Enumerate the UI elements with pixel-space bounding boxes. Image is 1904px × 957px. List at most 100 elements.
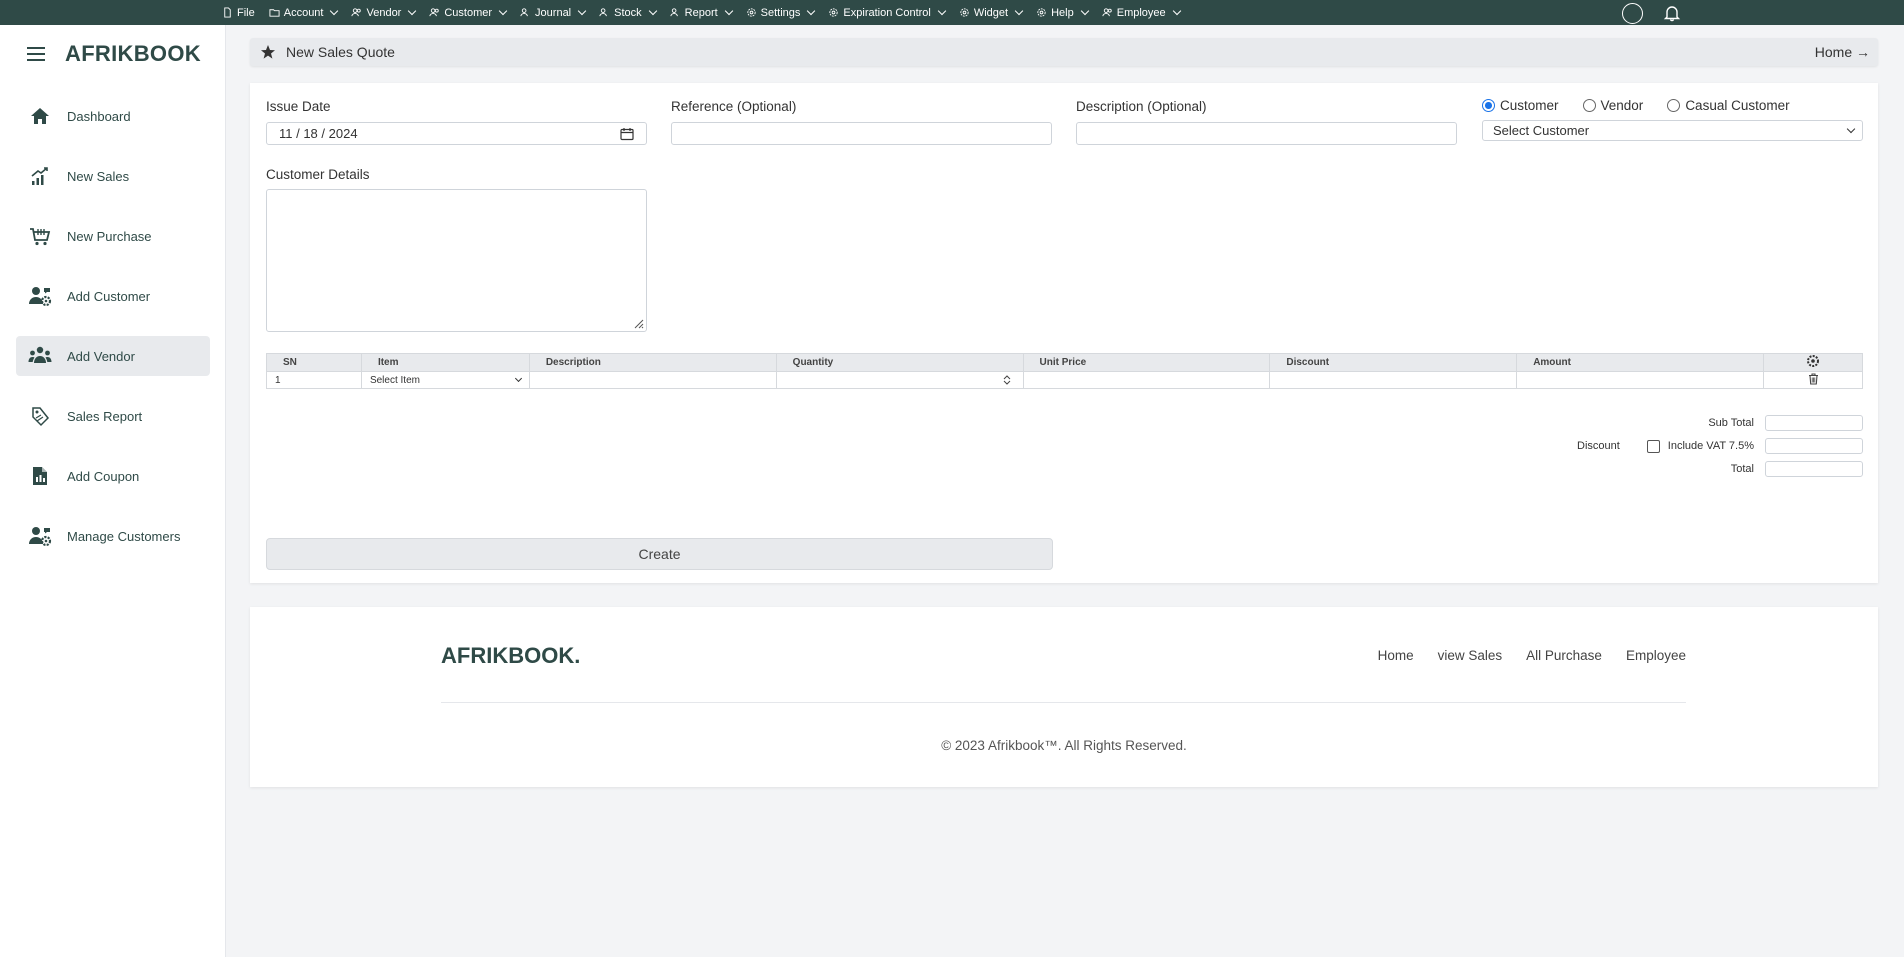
discount-field[interactable] bbox=[1765, 438, 1863, 454]
col-unit-price: Unit Price bbox=[1022, 353, 1271, 372]
users-icon bbox=[1102, 8, 1112, 17]
top-menu: File Account Vendor Customer Journal Sto… bbox=[222, 0, 1181, 25]
chevron-down-icon bbox=[724, 6, 733, 16]
menu-stock[interactable]: Stock bbox=[599, 7, 657, 19]
chevron-down-icon bbox=[330, 6, 339, 16]
chevron-down-icon bbox=[1172, 6, 1181, 16]
sidebar-item-add-customer[interactable]: Add Customer bbox=[16, 276, 210, 316]
menu-vendor[interactable]: Vendor bbox=[351, 6, 417, 19]
sidebar-item-new-purchase[interactable]: New Purchase bbox=[16, 216, 210, 256]
brand-logo: AFRIKBOOK bbox=[65, 41, 201, 66]
menu-customer[interactable]: Customer bbox=[429, 7, 508, 19]
menu-toggle-icon[interactable] bbox=[27, 47, 45, 61]
row-sn[interactable]: 1 bbox=[266, 371, 362, 389]
footer-links: Home view Sales All Purchase Employee bbox=[1378, 648, 1686, 663]
file-icon bbox=[224, 7, 231, 18]
menu-widget[interactable]: Widget bbox=[959, 7, 1024, 19]
gear-icon bbox=[829, 8, 839, 17]
create-button[interactable]: Create bbox=[266, 538, 1053, 570]
star-icon[interactable] bbox=[260, 44, 276, 60]
reference-input[interactable] bbox=[671, 122, 1052, 145]
total-field[interactable] bbox=[1765, 461, 1863, 477]
table-row: 1 Select Item bbox=[266, 371, 1863, 389]
users-icon bbox=[670, 8, 678, 17]
menu-help[interactable]: Help bbox=[1036, 6, 1089, 19]
discount-label: Discount bbox=[1577, 440, 1620, 452]
footer-copyright: © 2023 Afrikbook™. All Rights Reserved. bbox=[941, 738, 1187, 753]
sidebar-item-add-vendor[interactable]: Add Vendor bbox=[16, 336, 210, 376]
col-quantity: Quantity bbox=[775, 353, 1024, 372]
menu-file[interactable]: File bbox=[222, 7, 255, 19]
chart-growth-icon bbox=[28, 164, 52, 188]
users-icon bbox=[351, 8, 362, 17]
sidebar-nav: Dashboard New Sales New Purchase Add Cus… bbox=[16, 96, 210, 576]
user-gear-icon bbox=[28, 284, 52, 308]
document-chart-icon bbox=[28, 464, 52, 488]
gear-icon bbox=[747, 8, 756, 17]
col-amount: Amount bbox=[1516, 353, 1765, 372]
chevron-down-icon bbox=[408, 6, 417, 16]
menu-report[interactable]: Report bbox=[670, 6, 733, 19]
chevron-down-icon bbox=[577, 6, 587, 16]
row-description-input[interactable] bbox=[528, 371, 777, 389]
party-type-radios: Customer Vendor Casual Customer bbox=[1482, 98, 1790, 113]
row-amount-input[interactable] bbox=[1516, 371, 1765, 389]
description-input[interactable] bbox=[1076, 122, 1457, 145]
tags-icon bbox=[28, 404, 52, 428]
col-description: Description bbox=[528, 353, 777, 372]
menu-expiration-control[interactable]: Expiration Control bbox=[828, 7, 947, 19]
radio-casual-customer[interactable] bbox=[1667, 99, 1681, 112]
radio-customer[interactable] bbox=[1482, 99, 1495, 112]
sidebar-item-new-sales[interactable]: New Sales bbox=[16, 156, 210, 196]
customer-select[interactable]: Select Customer bbox=[1482, 120, 1863, 141]
trash-icon[interactable] bbox=[1808, 372, 1819, 385]
user-gear-icon bbox=[28, 524, 52, 548]
people-group-icon bbox=[28, 344, 52, 368]
gear-icon bbox=[960, 8, 969, 17]
sidebar-item-dashboard[interactable]: Dashboard bbox=[16, 96, 210, 136]
include-vat-checkbox[interactable] bbox=[1647, 440, 1660, 453]
row-discount-input[interactable] bbox=[1269, 371, 1518, 389]
users-icon bbox=[520, 8, 528, 17]
menu-journal[interactable]: Journal bbox=[520, 6, 587, 19]
gear-icon bbox=[1037, 8, 1046, 17]
issue-date-label: Issue Date bbox=[266, 99, 331, 114]
chevron-down-icon bbox=[1080, 6, 1089, 16]
subtotal-field[interactable] bbox=[1765, 415, 1863, 431]
footer-link-home[interactable]: Home bbox=[1378, 648, 1414, 663]
sidebar-item-sales-report[interactable]: Sales Report bbox=[16, 396, 210, 436]
users-icon bbox=[429, 8, 440, 17]
description-label: Description (Optional) bbox=[1076, 99, 1207, 114]
customer-details-label: Customer Details bbox=[266, 167, 370, 182]
calendar-icon[interactable] bbox=[620, 127, 634, 141]
row-item-select[interactable]: Select Item bbox=[360, 371, 530, 389]
footer-link-all-purchase[interactable]: All Purchase bbox=[1526, 648, 1602, 663]
menu-settings[interactable]: Settings bbox=[746, 7, 816, 19]
menu-employee[interactable]: Employee bbox=[1102, 6, 1181, 19]
table-header-row: SN Item Description Quantity Unit Price … bbox=[266, 353, 1863, 372]
avatar[interactable] bbox=[1622, 3, 1643, 24]
include-vat-label: Include VAT 7.5% bbox=[1667, 440, 1754, 452]
top-bar: File Account Vendor Customer Journal Sto… bbox=[0, 0, 1904, 25]
bell-icon[interactable] bbox=[1663, 4, 1681, 22]
row-quantity-stepper[interactable] bbox=[775, 371, 1024, 389]
col-item: Item bbox=[360, 353, 530, 372]
footer-divider bbox=[441, 702, 1686, 703]
page-header: New Sales Quote Home → bbox=[250, 38, 1878, 66]
customer-details-textarea[interactable] bbox=[266, 189, 647, 332]
col-discount: Discount bbox=[1269, 353, 1518, 372]
radio-vendor[interactable] bbox=[1582, 99, 1596, 112]
total-label: Total bbox=[1730, 463, 1754, 475]
sidebar-item-add-coupon[interactable]: Add Coupon bbox=[16, 456, 210, 496]
menu-account[interactable]: Account bbox=[269, 6, 339, 19]
footer-link-view-sales[interactable]: view Sales bbox=[1438, 648, 1503, 663]
issue-date-input[interactable]: 11 / 18 / 2024 bbox=[266, 122, 647, 145]
home-link[interactable]: Home → bbox=[1815, 44, 1870, 60]
resize-handle-icon[interactable] bbox=[634, 319, 644, 329]
stepper-arrows-icon[interactable] bbox=[1003, 374, 1011, 386]
row-unit-price-input[interactable] bbox=[1022, 371, 1271, 389]
footer-link-employee[interactable]: Employee bbox=[1626, 648, 1686, 663]
sidebar-item-manage-customers[interactable]: Manage Customers bbox=[16, 516, 210, 556]
cart-icon bbox=[28, 224, 52, 248]
settings-gear-icon[interactable] bbox=[1806, 354, 1820, 368]
